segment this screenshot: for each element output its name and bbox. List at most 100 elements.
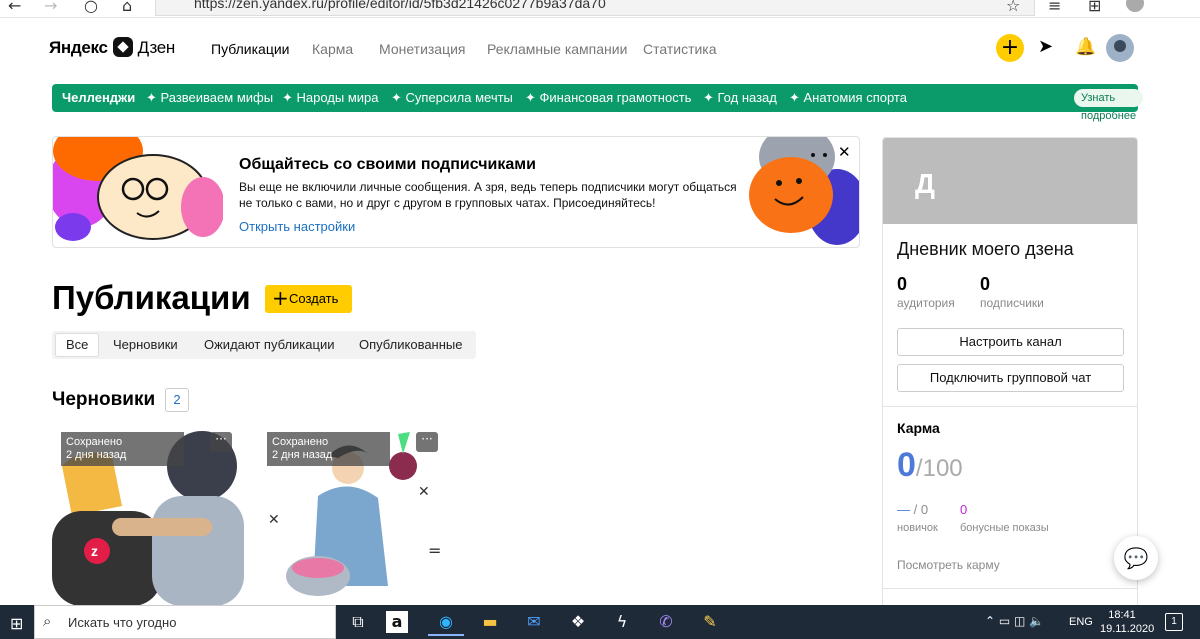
channel-name[interactable]: Дневник моего дзена (897, 239, 1074, 260)
challenge-item[interactable]: ✦ Финансовая грамотность (525, 90, 691, 106)
viber-icon[interactable]: ✆ (648, 608, 684, 636)
challenge-item[interactable]: ✦ Развеиваем мифы (146, 90, 273, 106)
channel-avatar-letter: Д (915, 168, 935, 199)
channel-cover: Д (883, 138, 1137, 224)
create-button[interactable]: Создать (265, 284, 352, 313)
see-karma-link[interactable]: Посмотреть карму (897, 558, 1000, 572)
draft-card[interactable]: z Сохранено 2 дня назад ··· (52, 426, 244, 606)
forward-icon[interactable]: → (44, 0, 57, 15)
clock[interactable]: 18:41 19.11.2020 (1100, 608, 1155, 636)
page-title: Публикации (52, 279, 251, 316)
close-icon[interactable]: ✕ (838, 143, 851, 161)
home-icon[interactable]: ⌂ (122, 0, 132, 15)
zen-logo-icon (112, 37, 133, 57)
saved-status: Сохранено (272, 436, 329, 448)
amazon-icon[interactable]: a (386, 611, 408, 633)
logo-brand: Яндекс (49, 38, 108, 57)
system-tray-icons[interactable]: ⌃ ▭ ◫ 🔈 (985, 614, 1044, 628)
chat-bubble-icon[interactable]: 💬 (1114, 536, 1158, 580)
plus-icon: + (1000, 35, 1020, 60)
drafts-count-badge: 2 (165, 388, 189, 412)
tab-all[interactable]: Все (55, 333, 100, 357)
subscribers-label: подписчики (980, 296, 1044, 310)
create-plus-button[interactable]: + (996, 34, 1024, 62)
more-options-icon[interactable]: ··· (210, 432, 232, 452)
saved-label: Сохранено 2 дня назад (267, 432, 390, 466)
address-bar[interactable]: https://zen.yandex.ru/profile/editor/id/… (155, 0, 1035, 16)
svg-text:✕: ✕ (268, 512, 280, 528)
karma-heading: Карма (897, 420, 940, 436)
configure-channel-button[interactable]: Настроить канал (897, 328, 1124, 356)
send-icon[interactable]: ➤ (1038, 36, 1053, 57)
audience-value: 0 (897, 274, 908, 294)
open-settings-link[interactable]: Открыть настройки (239, 219, 355, 234)
nav-ad-campaigns[interactable]: Рекламные кампании (487, 41, 627, 57)
favorites-list-icon[interactable]: ≡ (1048, 0, 1061, 15)
refresh-icon[interactable]: ○ (84, 0, 98, 15)
novice-dash: — (897, 502, 910, 517)
tab-published[interactable]: Опубликованные (359, 331, 463, 359)
mail-icon[interactable]: ✉ (516, 608, 552, 636)
dropbox-icon[interactable]: ❖ (560, 608, 596, 636)
saved-status: Сохранено (66, 436, 123, 448)
saved-label: Сохранено 2 дня назад (61, 432, 184, 466)
notifications-icon[interactable]: 1 (1165, 613, 1183, 631)
challenge-item-label: Народы мира (296, 90, 379, 105)
profile-icon[interactable] (1126, 0, 1144, 12)
app-bolt-icon[interactable]: ϟ (604, 608, 640, 636)
challenge-item-label: Год назад (717, 90, 777, 105)
collections-icon[interactable]: ⊞ (1088, 0, 1101, 15)
channel-sidebar: Д Дневник моего дзена 0 аудитория 0 подп… (882, 137, 1138, 617)
nav-monetization[interactable]: Монетизация (379, 41, 466, 57)
file-explorer-icon[interactable]: ▬ (472, 608, 508, 636)
divider (883, 588, 1137, 589)
connect-group-chat-button[interactable]: Подключить групповой чат (897, 364, 1124, 392)
challenge-item[interactable]: ✦ Народы мира (282, 90, 379, 106)
challenge-item-label: Развеиваем мифы (160, 90, 274, 105)
nav-publications[interactable]: Публикации (211, 41, 289, 57)
search-placeholder: Искать что угодно (68, 615, 177, 630)
svg-text:=: = (428, 541, 441, 560)
bell-icon[interactable]: 🔔 (1075, 37, 1096, 57)
banner-title: Общайтесь со своими подписчиками (239, 156, 536, 173)
clock-date: 19.11.2020 (1100, 623, 1155, 635)
task-view-icon[interactable]: ⧉ (340, 608, 376, 636)
more-options-icon[interactable]: ··· (416, 432, 438, 452)
browser-toolbar: ← → ○ ⌂ https://zen.yandex.ru/profile/ed… (0, 0, 1200, 18)
bonus-label: бонусные показы (960, 522, 1049, 534)
favorite-star-icon[interactable]: ☆ (1006, 0, 1020, 15)
language-indicator[interactable]: ENG (1069, 616, 1093, 628)
challenges-label: Челленджи (62, 90, 136, 105)
paint-icon[interactable]: ✎ (692, 608, 728, 636)
windows-taskbar: ⊞ ⌕ Искать что угодно ⧉ a ◉ ▬ ✉ ❖ ϟ ✆ ✎ … (0, 605, 1200, 639)
tab-drafts[interactable]: Черновики (113, 331, 178, 359)
karma-max: /100 (915, 455, 963, 482)
avatar[interactable] (1106, 34, 1134, 62)
challenge-item[interactable]: ✦ Суперсила мечты (391, 90, 513, 106)
challenge-item[interactable]: ✦ Анатомия спорта (789, 90, 907, 106)
taskbar-search-input[interactable]: ⌕ Искать что угодно (34, 605, 336, 639)
edge-browser-icon[interactable]: ◉ (428, 608, 464, 636)
learn-more-button[interactable]: Узнать подробнее (1074, 89, 1144, 122)
windows-start-icon[interactable]: ⊞ (10, 614, 23, 633)
search-icon: ⌕ (43, 612, 52, 630)
challenge-item[interactable]: ✦ Год назад (703, 90, 777, 106)
audience-label: аудитория (897, 296, 955, 310)
challenges-strip: Челленджи ✦ Развеиваем мифы ✦ Народы мир… (52, 84, 1144, 122)
tab-pending[interactable]: Ожидают публикации (204, 331, 334, 359)
back-icon[interactable]: ← (8, 0, 21, 15)
clock-time: 18:41 (1108, 609, 1136, 621)
chat-characters-illustration (53, 137, 223, 241)
saved-time: 2 дня назад (272, 449, 333, 461)
novice-label: новичок (897, 522, 938, 534)
yandex-zen-logo[interactable]: Яндекс Дзен (49, 37, 175, 58)
novice-count: / 0 (913, 502, 929, 517)
challenge-item-label: Финансовая грамотность (539, 90, 692, 105)
messages-promo-banner: Общайтесь со своими подписчиками Вы еще … (52, 136, 860, 248)
subscribers-value: 0 (980, 274, 991, 294)
nav-karma[interactable]: Карма (312, 41, 353, 57)
nav-statistics[interactable]: Статистика (643, 41, 717, 57)
draft-card[interactable]: ✕ ✕ = Сохранено 2 дня назад ··· (258, 426, 450, 606)
divider (883, 406, 1137, 407)
svg-text:z: z (91, 543, 98, 559)
